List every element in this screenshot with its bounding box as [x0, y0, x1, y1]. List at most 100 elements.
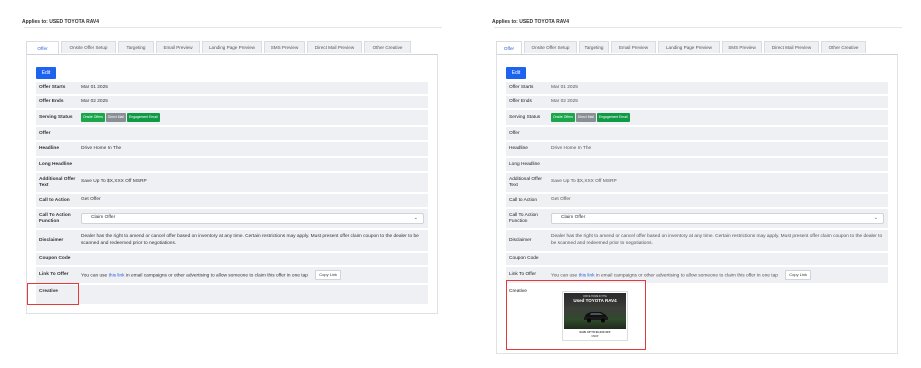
chevron-down-icon: ⌄: [873, 215, 878, 222]
copy-link-button[interactable]: Copy Link: [315, 269, 342, 281]
chevron-down-icon: ⌄: [413, 215, 418, 222]
row-call-to-action: Call to Action Get Offer: [506, 194, 888, 208]
field-value: Mar 02 2025: [81, 98, 108, 104]
row-cta-function: Call To Action Function Claim Offer ⌄: [506, 209, 888, 229]
applies-to-label: Applies to: USED TOYOTA RAV4: [492, 19, 570, 25]
tab-onsite-offer-setup[interactable]: Onsite Offer Setup: [61, 41, 116, 53]
field-value: Drive Home In The: [81, 145, 122, 151]
row-offer-ends: Offer Ends Mar 02 2025: [36, 96, 428, 109]
row-creative: Creative: [36, 285, 428, 305]
select-value: Claim Offer: [561, 215, 586, 221]
highlight-box: [27, 283, 79, 305]
row-offer: Offer: [36, 127, 428, 141]
row-headline: Headline Drive Home In The: [36, 142, 428, 157]
field-label: Offer: [509, 130, 520, 136]
tab-landing-page-preview[interactable]: Landing Page Preview: [658, 41, 720, 53]
cta-function-select[interactable]: Claim Offer ⌄: [551, 213, 884, 224]
tab-bar: Offer Onsite Offer Setup Targeting Email…: [26, 41, 413, 54]
field-value: Get Offer: [81, 197, 101, 203]
field-label: Offer: [39, 130, 51, 136]
status-badge: Direct Mail: [105, 113, 126, 122]
row-serving-status: Serving Status Onsite Offers Direct Mail…: [506, 110, 888, 126]
link-text-post: in email campaigns or other advertising …: [594, 273, 778, 279]
status-badge: Onsite Offers: [551, 113, 575, 122]
cta-function-cell: Claim Offer ⌄: [551, 213, 888, 224]
tab-targeting[interactable]: Targeting: [118, 41, 154, 53]
field-label: Serving Status: [509, 114, 541, 120]
tab-email-preview[interactable]: Email Preview: [611, 41, 656, 53]
field-label: Call to Action: [509, 197, 537, 203]
row-coupon-code: Coupon Code: [36, 253, 428, 266]
offer-details: Edit Offer Starts Mar 01 2025 Offer Ends…: [26, 54, 438, 314]
field-label: Offer Starts: [39, 85, 66, 90]
field-label: Coupon Code: [509, 256, 539, 261]
row-call-to-action: Call to Action Get Offer: [36, 194, 428, 208]
cta-function-cell: Claim Offer ⌄: [81, 213, 428, 224]
tab-other-creative[interactable]: Other Creative: [821, 41, 866, 53]
tab-targeting[interactable]: Targeting: [579, 41, 609, 53]
field-label: Disclaimer: [509, 237, 532, 243]
link-text: You can use this link in email campaigns…: [551, 269, 888, 281]
edit-button[interactable]: Edit: [36, 67, 56, 79]
field-label: Disclaimer: [39, 237, 64, 243]
row-offer-starts: Offer Starts Mar 01 2025: [36, 82, 428, 95]
copy-link-button[interactable]: Copy Link: [785, 269, 812, 281]
field-value: Save Up To $X,XXX Off MSRP: [81, 179, 147, 185]
divider: [494, 27, 902, 28]
tab-sms-preview[interactable]: SMS Preview: [264, 41, 305, 53]
tab-direct-mail-preview[interactable]: Direct Mail Preview: [307, 41, 362, 53]
row-offer-starts: Offer Starts Mar 01 2025: [506, 82, 888, 95]
field-label: Offer Starts: [509, 85, 534, 90]
row-long-headline: Long Headline: [36, 158, 428, 172]
tab-email-preview[interactable]: Email Preview: [156, 41, 200, 53]
field-value: Get Offer: [551, 197, 571, 203]
tab-direct-mail-preview[interactable]: Direct Mail Preview: [764, 41, 819, 53]
field-value: Mar 02 2025: [551, 98, 578, 104]
tab-onsite-offer-setup[interactable]: Onsite Offer Setup: [524, 41, 577, 53]
field-value: Dealer has the right to amend or cancel …: [551, 234, 883, 246]
tab-offer[interactable]: Offer: [496, 41, 522, 54]
field-label: Serving Status: [39, 114, 73, 120]
row-long-headline: Long Headline: [506, 158, 888, 172]
field-label: Link To Offer: [39, 272, 69, 277]
field-label: Headline: [39, 146, 59, 151]
tab-offer[interactable]: Offer: [26, 41, 59, 54]
row-additional-offer-text: Additional Offer Text Save Up To $X,XXX …: [36, 173, 428, 193]
field-label: Offer Ends: [509, 99, 532, 104]
select-value: Claim Offer: [91, 215, 116, 221]
row-additional-offer-text: Additional Offer Text Save Up To $X,XXX …: [506, 173, 888, 193]
link-text: You can use this link in email campaigns…: [81, 269, 428, 281]
edit-button[interactable]: Edit: [506, 67, 526, 79]
status-badge: Onsite Offers: [81, 113, 105, 122]
offer-link[interactable]: this link: [109, 273, 125, 278]
applies-to-label: Applies to: USED TOYOTA RAV4: [22, 19, 100, 25]
cta-function-select[interactable]: Claim Offer ⌄: [81, 213, 424, 224]
field-label: Long Headline: [39, 161, 73, 167]
row-offer-ends: Offer Ends Mar 02 2025: [506, 96, 888, 109]
row-cta-function: Call To Action Function Claim Offer ⌄: [36, 209, 428, 229]
field-label: Headline: [509, 146, 528, 151]
offer-panel-after: Applies to: USED TOYOTA RAV4 Offer Onsit…: [492, 0, 902, 368]
row-link-to-offer: Link To Offer You can use this link in e…: [36, 267, 428, 284]
field-value: Dealer has the right to amend or cancel …: [81, 234, 419, 246]
highlight-box: [506, 280, 646, 350]
serving-badges: Onsite Offers Direct Mail Engagement Ema…: [81, 113, 428, 122]
serving-badges: Onsite Offers Direct Mail Engagement Ema…: [551, 113, 888, 122]
row-coupon-code: Coupon Code: [506, 253, 888, 266]
offer-panel-before: Applies to: USED TOYOTA RAV4 Offer Onsit…: [22, 0, 442, 368]
link-text-pre: You can use: [81, 273, 109, 279]
tab-bar: Offer Onsite Offer Setup Targeting Email…: [496, 41, 868, 54]
tab-other-creative[interactable]: Other Creative: [364, 41, 411, 53]
tab-landing-page-preview[interactable]: Landing Page Preview: [202, 41, 262, 53]
status-badge: Engagement Email: [596, 113, 630, 122]
field-label: Call To Action Function: [39, 212, 71, 224]
offer-link[interactable]: this link: [579, 273, 595, 278]
tab-sms-preview[interactable]: SMS Preview: [722, 41, 762, 53]
link-text-pre: You can use: [551, 273, 579, 279]
field-label: Call to Action: [39, 197, 70, 203]
field-label: Offer Ends: [39, 99, 64, 104]
field-label: Additional Offer Text: [39, 176, 76, 188]
status-badge: Direct Mail: [575, 113, 596, 122]
row-headline: Headline Drive Home In The: [506, 142, 888, 157]
row-offer: Offer: [506, 127, 888, 141]
